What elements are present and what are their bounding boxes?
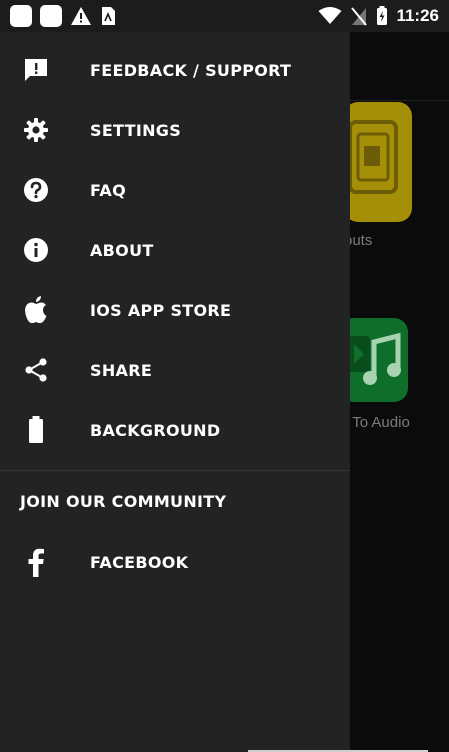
menu-item-label: BACKGROUND [90, 420, 221, 440]
image-icon [348, 120, 398, 194]
feedback-icon [22, 56, 50, 84]
help-icon [22, 176, 50, 204]
video-to-audio-tile[interactable] [340, 318, 408, 402]
battery-icon [22, 416, 50, 444]
status-time: 11:26 [396, 6, 439, 25]
menu-item-facebook[interactable]: FACEBOOK [0, 532, 350, 592]
wifi-icon [318, 7, 342, 24]
menu-item-background[interactable]: BACKGROUND [0, 400, 350, 460]
status-bar: 11:26 [0, 0, 449, 32]
toolbar-divider [348, 100, 449, 101]
community-section-title: JOIN OUR COMMUNITY [20, 492, 227, 511]
menu-item-label: FACEBOOK [90, 552, 189, 572]
menu-item-ios-app-store[interactable]: IOS APP STORE [0, 280, 350, 340]
inputs-tile[interactable] [344, 102, 412, 222]
menu-item-label: FEEDBACK / SUPPORT [90, 60, 292, 80]
gear-icon [22, 116, 50, 144]
menu-item-about[interactable]: ABOUT [0, 220, 350, 280]
menu-item-settings[interactable]: SETTINGS [0, 100, 350, 160]
share-icon [22, 356, 50, 384]
menu-item-share[interactable]: SHARE [0, 340, 350, 400]
no-sim-icon [351, 7, 368, 26]
menu-item-label: FAQ [90, 180, 126, 200]
menu-item-label: SETTINGS [90, 120, 182, 140]
menu-item-label: IOS APP STORE [90, 300, 232, 320]
info-icon [22, 236, 50, 264]
facebook-icon [22, 548, 50, 577]
menu-item-faq[interactable]: FAQ [0, 160, 350, 220]
app-notification-icon [40, 5, 62, 27]
apple-icon [22, 296, 50, 324]
sim-card-icon [102, 7, 115, 25]
drawer-divider [0, 470, 350, 471]
menu-item-label: ABOUT [90, 240, 154, 260]
battery-charging-icon [377, 6, 388, 25]
warning-icon [71, 7, 91, 25]
app-notification-icon [10, 5, 32, 27]
video-to-audio-tile-label: o To Audio [340, 414, 410, 431]
music-video-icon [348, 332, 401, 385]
menu-item-label: SHARE [90, 360, 153, 380]
navigation-drawer: FEEDBACK / SUPPORT SETTINGS FAQ ABOUT IO… [0, 32, 350, 752]
menu-item-feedback-support[interactable]: FEEDBACK / SUPPORT [0, 40, 350, 100]
